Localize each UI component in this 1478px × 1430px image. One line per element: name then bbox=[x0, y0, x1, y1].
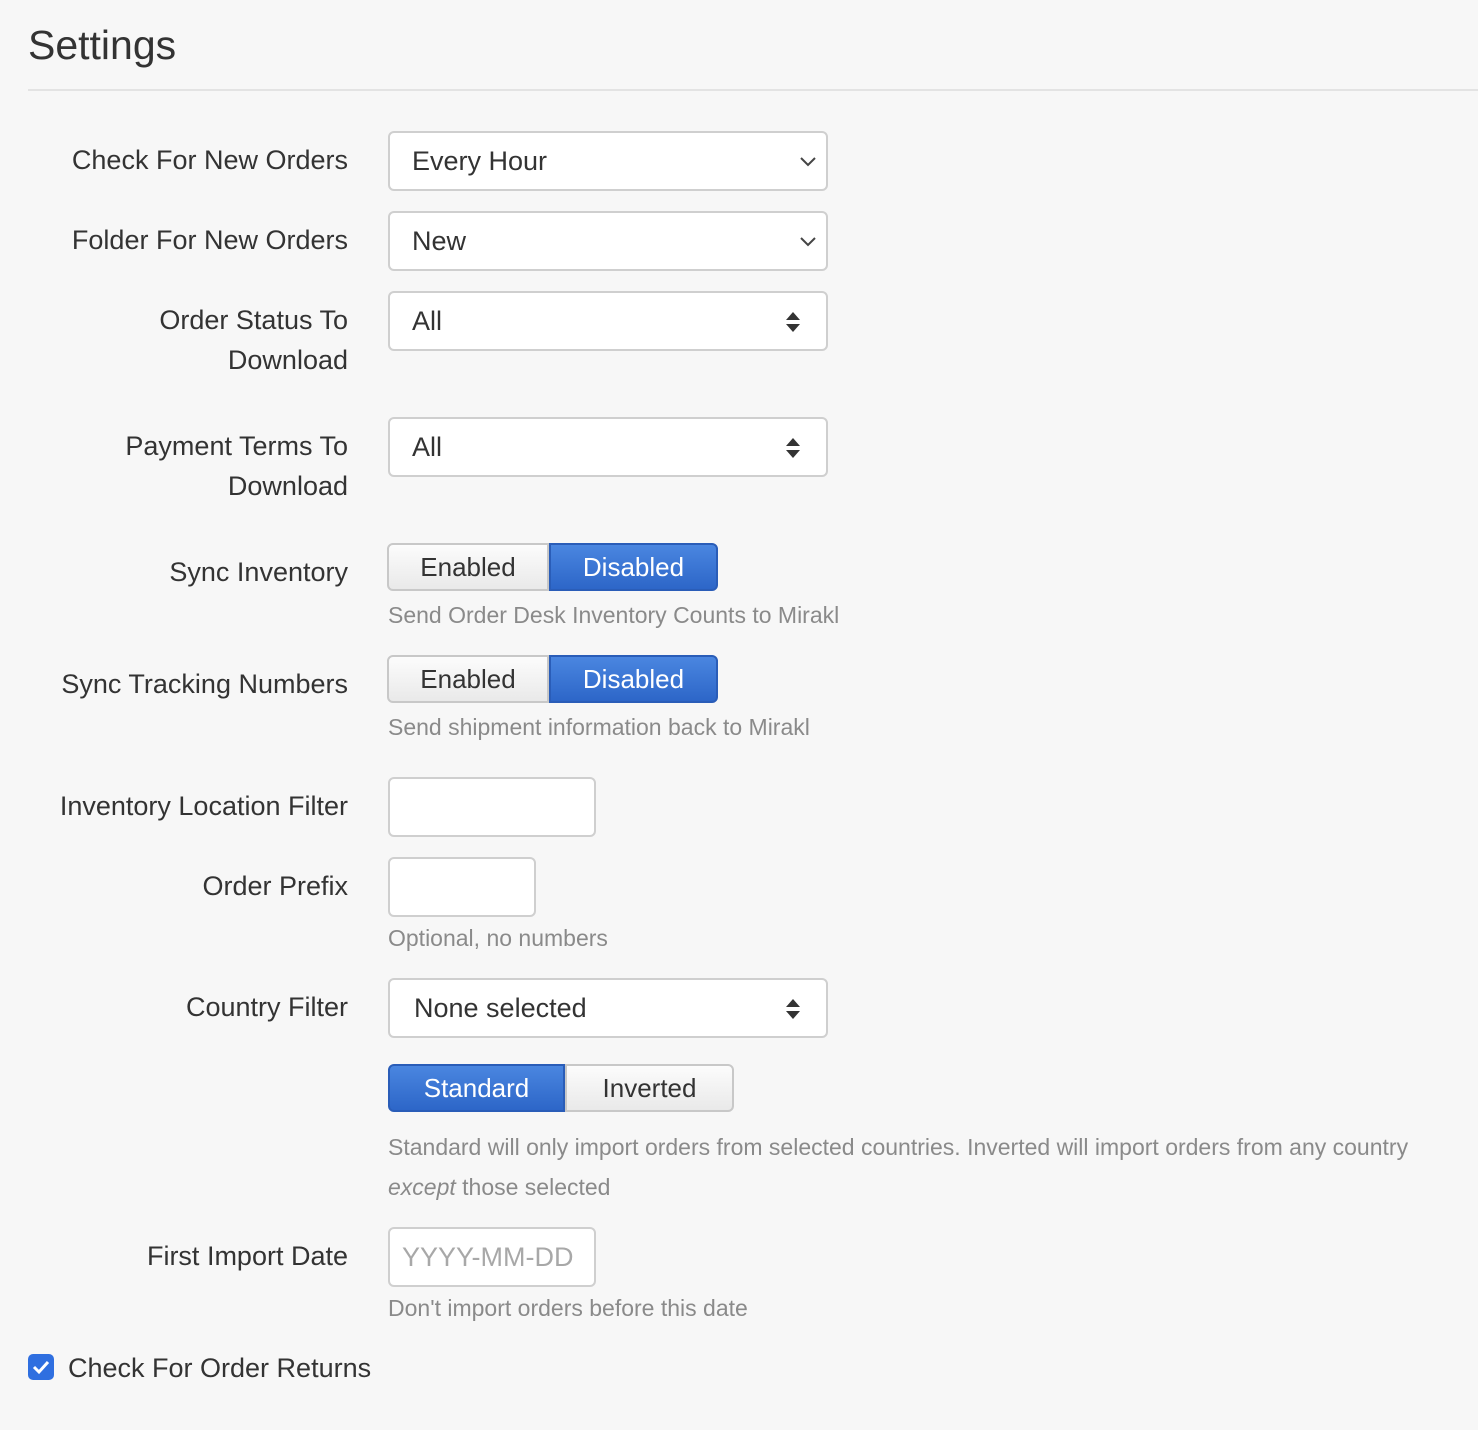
country-filter-value: None selected bbox=[414, 993, 587, 1023]
settings-page: Settings Check For New Orders Every Hour… bbox=[0, 0, 1478, 1430]
country-filter-help-line1: Standard will only import orders from se… bbox=[388, 1134, 1409, 1160]
folder-new-orders-value: New bbox=[412, 226, 467, 256]
chevron-down-icon bbox=[800, 237, 816, 247]
checkmark-icon bbox=[32, 1360, 50, 1375]
sync-inventory-enabled-button[interactable]: Enabled bbox=[387, 543, 549, 591]
order-status-label-line2: Download bbox=[227, 345, 348, 375]
check-returns-checkbox[interactable] bbox=[28, 1354, 54, 1380]
sync-tracking-enabled-button[interactable]: Enabled bbox=[387, 655, 549, 703]
country-filter-help-emphasis: except bbox=[388, 1174, 456, 1200]
chevron-down-icon bbox=[800, 157, 816, 167]
check-new-orders-value: Every Hour bbox=[412, 146, 548, 176]
country-filter-inverted-button[interactable]: Inverted bbox=[565, 1064, 734, 1112]
title-divider bbox=[28, 89, 1478, 91]
order-prefix-help: Optional, no numbers bbox=[388, 925, 608, 951]
country-filter-select[interactable]: None selected bbox=[388, 978, 828, 1038]
country-filter-help-rest: those selected bbox=[455, 1174, 611, 1200]
sync-tracking-disabled-button[interactable]: Disabled bbox=[549, 655, 718, 703]
payment-terms-label: Payment Terms To Download bbox=[18, 426, 348, 506]
order-prefix-label: Order Prefix bbox=[202, 871, 348, 901]
order-prefix-input[interactable] bbox=[388, 857, 536, 917]
page-title: Settings bbox=[28, 22, 177, 68]
check-returns-label: Check For Order Returns bbox=[68, 1353, 372, 1383]
sync-tracking-help: Send shipment information back to Mirakl bbox=[388, 714, 810, 740]
sync-inventory-toggle: Enabled Disabled bbox=[387, 543, 718, 591]
payment-terms-value: All bbox=[412, 432, 443, 462]
folder-new-orders-select[interactable]: New bbox=[388, 211, 828, 271]
order-status-label-line1: Order Status To bbox=[159, 305, 348, 335]
sync-tracking-toggle: Enabled Disabled bbox=[387, 655, 718, 703]
inventory-location-label: Inventory Location Filter bbox=[59, 791, 348, 821]
sort-updown-icon bbox=[786, 438, 800, 458]
sync-inventory-help: Send Order Desk Inventory Counts to Mira… bbox=[388, 602, 840, 628]
first-import-date-input[interactable] bbox=[388, 1227, 596, 1287]
country-filter-help: Standard will only import orders from se… bbox=[388, 1127, 1408, 1207]
inventory-location-input[interactable] bbox=[388, 777, 596, 837]
country-filter-mode-toggle: Standard Inverted bbox=[388, 1064, 734, 1112]
payment-terms-label-line2: Download bbox=[227, 471, 348, 501]
order-status-select[interactable]: All bbox=[388, 291, 828, 351]
sync-tracking-label: Sync Tracking Numbers bbox=[61, 669, 348, 699]
check-new-orders-select[interactable]: Every Hour bbox=[388, 131, 828, 191]
country-filter-label: Country Filter bbox=[185, 992, 348, 1022]
payment-terms-select[interactable]: All bbox=[388, 417, 828, 477]
folder-new-orders-label: Folder For New Orders bbox=[71, 225, 348, 255]
sync-inventory-label: Sync Inventory bbox=[169, 557, 348, 587]
country-filter-help-line2: except those selected bbox=[388, 1167, 1408, 1207]
sort-updown-icon bbox=[786, 999, 800, 1019]
first-import-date-label: First Import Date bbox=[146, 1241, 348, 1271]
order-status-value: All bbox=[412, 306, 443, 336]
check-new-orders-label: Check For New Orders bbox=[71, 145, 348, 175]
sort-updown-icon bbox=[786, 312, 800, 332]
first-import-date-help: Don't import orders before this date bbox=[388, 1295, 748, 1321]
sync-inventory-disabled-button[interactable]: Disabled bbox=[549, 543, 718, 591]
payment-terms-label-line1: Payment Terms To bbox=[125, 431, 348, 461]
country-filter-standard-button[interactable]: Standard bbox=[388, 1064, 565, 1112]
order-status-label: Order Status To Download bbox=[18, 300, 348, 380]
